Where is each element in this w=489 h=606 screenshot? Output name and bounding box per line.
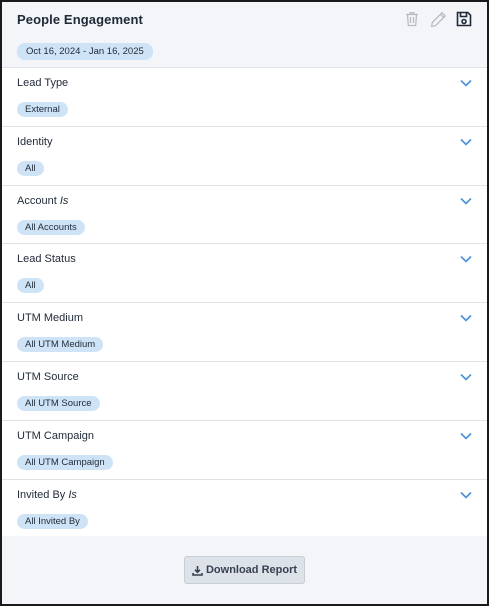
filter-utm-medium[interactable]: UTM Medium All UTM Medium	[2, 303, 487, 362]
panel-footer: Download Report	[2, 536, 487, 604]
chevron-down-icon[interactable]	[459, 252, 473, 266]
save-icon[interactable]	[455, 10, 473, 28]
filter-account[interactable]: Account Is All Accounts	[2, 185, 487, 245]
filter-value-chip[interactable]: External	[17, 102, 68, 117]
chevron-down-icon[interactable]	[459, 194, 473, 208]
chevron-down-icon[interactable]	[459, 311, 473, 325]
filter-label-text: Identity	[17, 135, 53, 148]
filter-label: UTM Campaign	[17, 429, 473, 443]
filter-label: UTM Source	[17, 370, 473, 384]
filter-invited-by[interactable]: Invited By Is All Invited By	[2, 479, 487, 539]
filter-label-text: Account	[17, 194, 57, 207]
chevron-down-icon[interactable]	[459, 488, 473, 502]
filter-label: UTM Medium	[17, 311, 473, 325]
filter-value-chip[interactable]: All UTM Medium	[17, 337, 104, 353]
filter-label: Lead Status	[17, 252, 473, 266]
filter-label: Account Is	[17, 194, 473, 208]
chevron-down-icon[interactable]	[459, 76, 473, 90]
filter-value-chip[interactable]: All UTM Source	[17, 395, 100, 411]
filter-value-chip[interactable]: All UTM Campaign	[17, 454, 113, 470]
filter-value-chip[interactable]: All	[17, 160, 44, 176]
filter-value-chip[interactable]: All	[17, 278, 44, 294]
download-report-label: Download Report	[205, 564, 298, 576]
filter-qualifier: Is	[68, 488, 77, 501]
chevron-down-icon[interactable]	[459, 429, 473, 443]
panel-title: People Engagement	[17, 11, 143, 27]
filter-label-text: UTM Medium	[17, 312, 84, 325]
filter-label-text: UTM Source	[17, 370, 79, 383]
filter-utm-source[interactable]: UTM Source All UTM Source	[2, 361, 487, 421]
filter-value-chip[interactable]: All Accounts	[17, 219, 85, 235]
filter-label: Invited By Is	[17, 488, 473, 502]
filter-qualifier: Is	[59, 194, 69, 207]
filter-lead-type[interactable]: Lead Type External	[2, 68, 487, 127]
chevron-down-icon[interactable]	[459, 135, 473, 149]
trash-icon[interactable]	[403, 10, 421, 28]
pencil-icon[interactable]	[429, 10, 447, 28]
chevron-down-icon[interactable]	[459, 370, 473, 384]
filter-label-text: Invited By	[17, 488, 66, 501]
download-report-button[interactable]: Download Report	[184, 556, 305, 584]
filter-value-chip[interactable]: All Invited By	[17, 513, 88, 529]
filter-label-text: UTM Campaign	[17, 429, 95, 442]
date-range-row: Oct 16, 2024 - Jan 16, 2025	[2, 36, 487, 68]
header-actions	[403, 10, 473, 28]
filter-utm-campaign[interactable]: UTM Campaign All UTM Campaign	[2, 420, 487, 480]
download-icon	[192, 565, 203, 576]
filter-label-text: Lead Status	[17, 253, 76, 266]
people-engagement-panel: People Engagement Oct 16, 2024 - Jan 16,…	[0, 0, 489, 606]
filter-label: Identity	[17, 135, 473, 149]
filter-lead-status[interactable]: Lead Status All	[2, 244, 487, 304]
filter-list: Lead Type External Identity All Account Is Al…	[2, 68, 487, 539]
date-range-chip[interactable]: Oct 16, 2024 - Jan 16, 2025	[17, 43, 153, 60]
filter-label: Lead Type	[17, 76, 473, 90]
filter-identity[interactable]: Identity All	[2, 126, 487, 186]
filter-label-text: Lead Type	[17, 77, 69, 89]
panel-header: People Engagement	[2, 2, 487, 36]
